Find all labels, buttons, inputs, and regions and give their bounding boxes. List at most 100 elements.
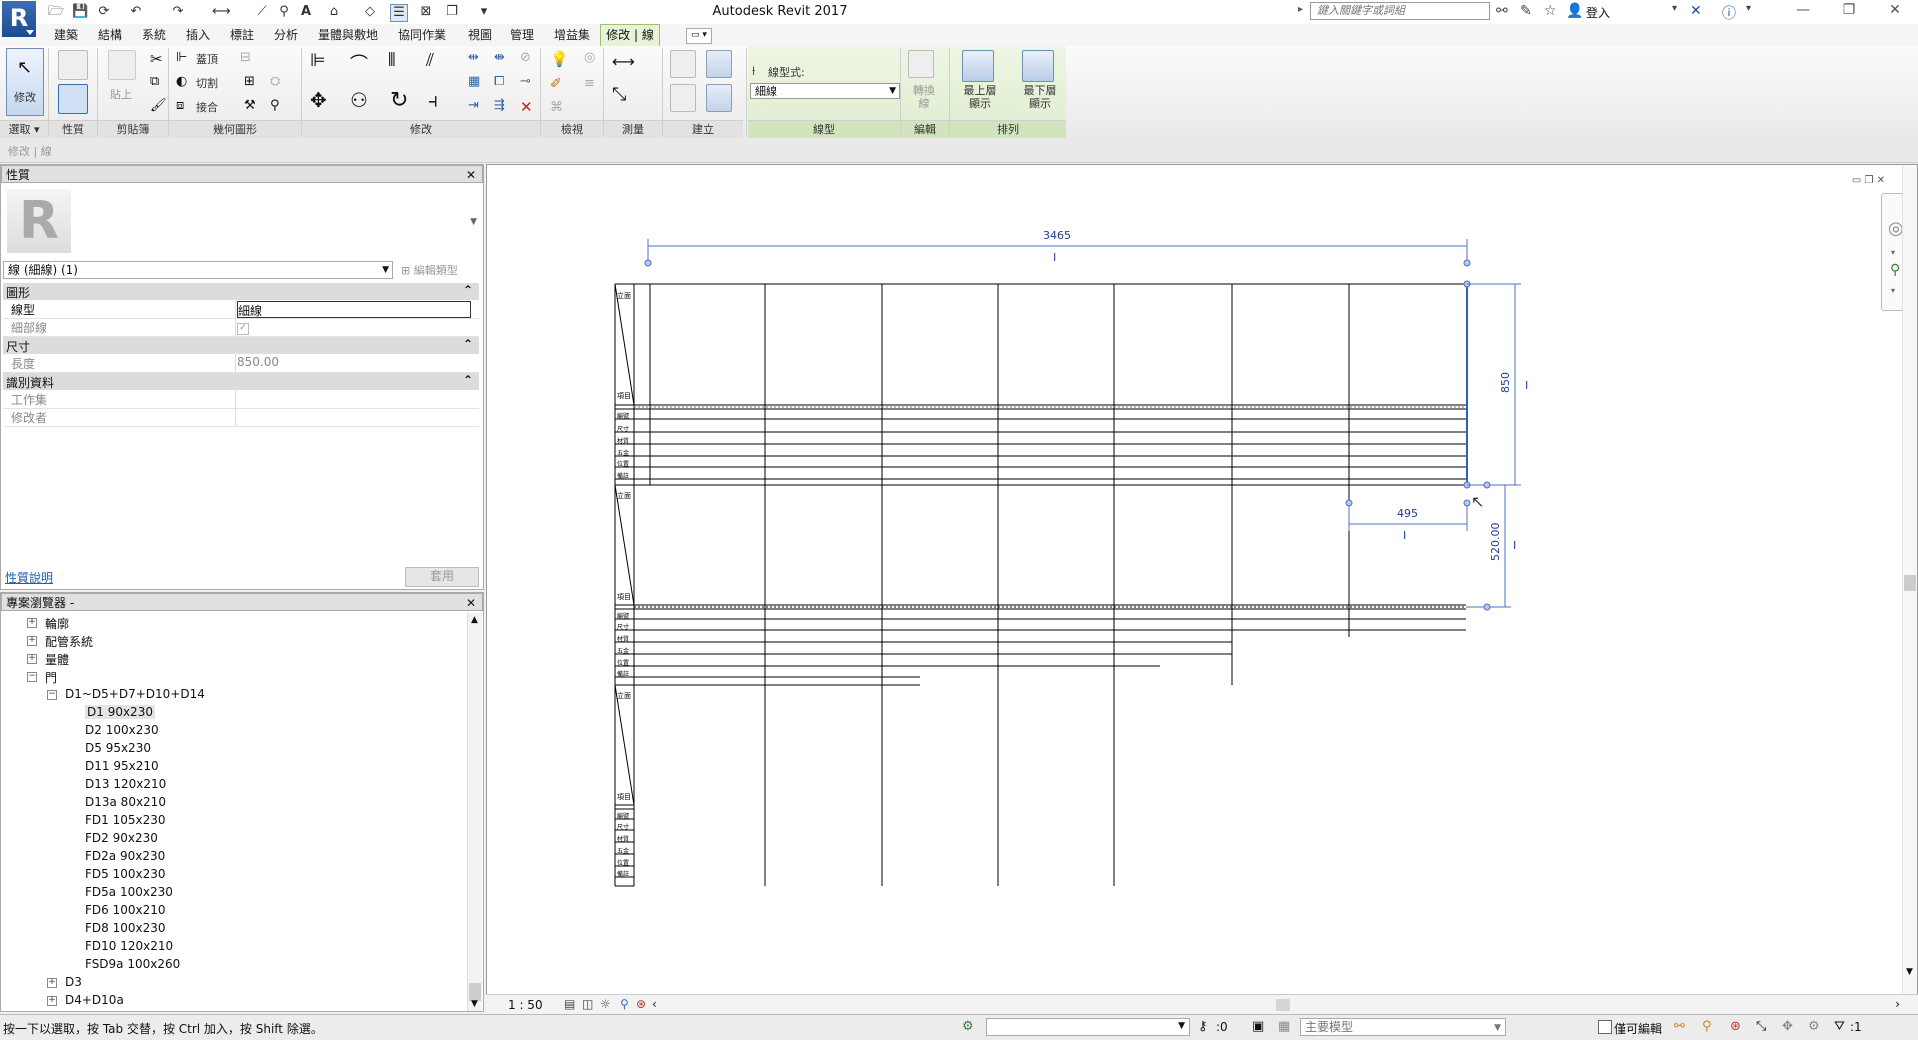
aligned-dimension-icon[interactable]: ⤡ [612,84,626,105]
tab-analyze[interactable]: 分析 [274,26,298,43]
design-options-icon[interactable]: ▣ [1252,1019,1264,1034]
properties-help-link[interactable]: 性質說明 [5,569,53,586]
subscription-icon[interactable]: ✎ [1520,3,1532,19]
favorites-icon[interactable]: ☆ [1544,3,1557,19]
user-icon[interactable]: 👤 [1566,3,1583,19]
workset-select[interactable]: ▼ [986,1018,1190,1036]
select-pinned-icon[interactable]: ⊛ [1730,1019,1741,1034]
bring-to-front-label[interactable]: 最上層 顯示 [958,84,1002,110]
trim-single-icon[interactable]: ⇥ [468,98,479,113]
switch-windows-icon[interactable]: ❐ [444,4,460,20]
override-icon[interactable]: ◎ [584,50,595,65]
browser-item[interactable]: D11 95x210 [85,759,159,773]
canvas-vscrollbar[interactable]: ▼ [1902,165,1917,995]
view-window-controls[interactable]: ▭ ❐ ✕ [1852,175,1885,186]
apply-button[interactable]: 套用 [405,567,479,587]
section-icon[interactable]: ◇ [362,4,378,20]
hscroll-thumb[interactable] [1276,999,1290,1011]
drawing-canvas[interactable]: 立面 項目 編號 尺寸 材質 五金 位置 備註 立面 項目 編號 尺寸 材質 五金 位置 備註 立面 項目 編號 尺寸… [486,164,1918,1014]
browser-item[interactable]: 門 [45,669,57,686]
unpin-icon[interactable]: ⊘ [520,50,531,65]
trim-extend-icon[interactable]: ⫞ [428,88,438,112]
array-icon[interactable]: ▦ [468,74,480,89]
browser-item[interactable]: FD2a 90x230 [85,849,165,863]
category-graphics[interactable]: 圖形 ⌃ [3,283,479,300]
browser-scrollbar[interactable]: ▲ ▼ [467,613,482,1011]
panel-select[interactable]: 選取 ▾ [0,120,48,138]
browser-item[interactable]: 量體 [45,651,69,668]
send-to-back-label[interactable]: 最下層 顯示 [1018,84,1062,110]
hide-category-icon[interactable]: ⌘ [550,100,563,115]
background-process-icon[interactable]: ⚙ [1808,1019,1820,1034]
browser-item[interactable]: FD10 120x210 [85,939,173,953]
drawing-svg[interactable]: 立面項目編號尺寸材質五金位置備註立面項目編號尺寸材質五金位置備註立面項目編號尺寸… [487,165,1917,995]
thin-lines-icon[interactable]: ☰ [390,4,408,22]
browser-item[interactable]: D3 [65,975,82,989]
reveal-hidden-icon[interactable]: ⊛ [636,997,646,1011]
binoculars-icon[interactable]: ⚯ [1496,3,1508,19]
delete-icon[interactable]: ✕ [520,98,533,116]
close-button[interactable]: ✕ [1880,2,1910,22]
chevron-down-icon[interactable]: ▾ [1891,248,1895,257]
browser-item[interactable]: FD8 100x230 [85,921,166,935]
tab-massing-site[interactable]: 量體與敷地 [318,26,378,43]
collapse-icon[interactable]: − [47,690,57,700]
browser-item[interactable]: D2 100x230 [85,723,159,737]
scroll-thumb[interactable] [1904,575,1916,591]
temporary-hide-icon[interactable]: ⚲ [620,997,629,1011]
expand-icon[interactable]: + [27,654,37,664]
grip-handle[interactable] [1463,499,1471,507]
linework-icon[interactable]: ✐ [550,76,562,92]
tab-collaborate[interactable]: 協同作業 [398,26,446,43]
browser-item[interactable]: D13a 80x210 [85,795,166,809]
browser-item[interactable]: D1 90x230 [85,705,155,719]
measure-icon[interactable]: ⟷ [212,4,231,20]
grip-handle[interactable] [1483,603,1491,611]
collapse-icon[interactable]: − [27,672,37,682]
zoom-region-icon[interactable]: ⚲ [1890,262,1900,278]
tab-insert[interactable]: 插入 [186,26,210,43]
browser-item[interactable]: FD6 100x210 [85,903,166,917]
trim-multiple-icon[interactable]: ⇶ [494,98,505,113]
cut-geometry-icon[interactable]: ◐ [176,74,187,89]
select-underlay-icon[interactable]: ⚲ [1702,1019,1712,1034]
browser-item[interactable]: 配管系統 [45,633,93,650]
scroll-left-icon[interactable]: ‹ [652,997,657,1011]
join-icon[interactable]: ⧈ [176,98,184,113]
detail-level-icon[interactable]: ▤ [564,997,575,1011]
scroll-down-icon[interactable]: ▼ [471,999,478,1009]
tab-manage[interactable]: 管理 [510,26,534,43]
modify-button[interactable]: ↖ 修改 [6,48,44,116]
create-similar-icon[interactable] [706,84,732,112]
3d-view-icon[interactable]: ⌂ [326,4,342,20]
qat-dropdown-icon[interactable]: ▾ [476,4,492,20]
drag-elements-icon[interactable]: ✥ [1782,1019,1793,1034]
expand-icon[interactable]: + [47,996,57,1006]
split-gap-icon[interactable]: ⇼ [494,50,505,65]
cut-icon[interactable]: ✂ [150,50,163,68]
text-icon[interactable]: A [298,4,314,20]
hide-in-view-icon[interactable]: 💡 [550,50,569,68]
cope-label[interactable]: 蓋頂 [196,51,218,67]
diagonal-line[interactable] [614,484,635,606]
close-icon[interactable]: ✕ [466,166,476,184]
exchange-icon[interactable]: ✕ [1690,3,1702,19]
instance-filter-select[interactable]: 線 (細線) (1) ▼ [3,261,393,279]
line-style-select[interactable]: 細線 ▼ [750,83,900,99]
line-style-field[interactable]: 細線 [237,301,471,318]
editable-only-checkbox[interactable] [1598,1020,1612,1034]
workset-icon[interactable]: ⚙ [962,1019,974,1034]
grip-handle[interactable] [644,259,652,267]
mirror-draw-icon[interactable]: ⫽ [426,50,434,71]
grip-handle[interactable] [1345,499,1353,507]
scale-icon[interactable]: ⧠ [494,74,504,89]
browser-item[interactable]: FSD9a 100x260 [85,957,180,971]
tab-structure[interactable]: 結構 [98,26,122,43]
match-properties-icon[interactable]: 🖌 [150,98,167,113]
browser-item[interactable]: FD5 100x230 [85,867,166,881]
cope-icon[interactable]: ⊩ [176,50,187,65]
restore-button[interactable]: ❐ [1834,2,1864,22]
minimize-button[interactable]: — [1788,2,1818,22]
expand-icon[interactable]: + [27,618,37,628]
convert-lines-icon[interactable] [908,50,934,78]
